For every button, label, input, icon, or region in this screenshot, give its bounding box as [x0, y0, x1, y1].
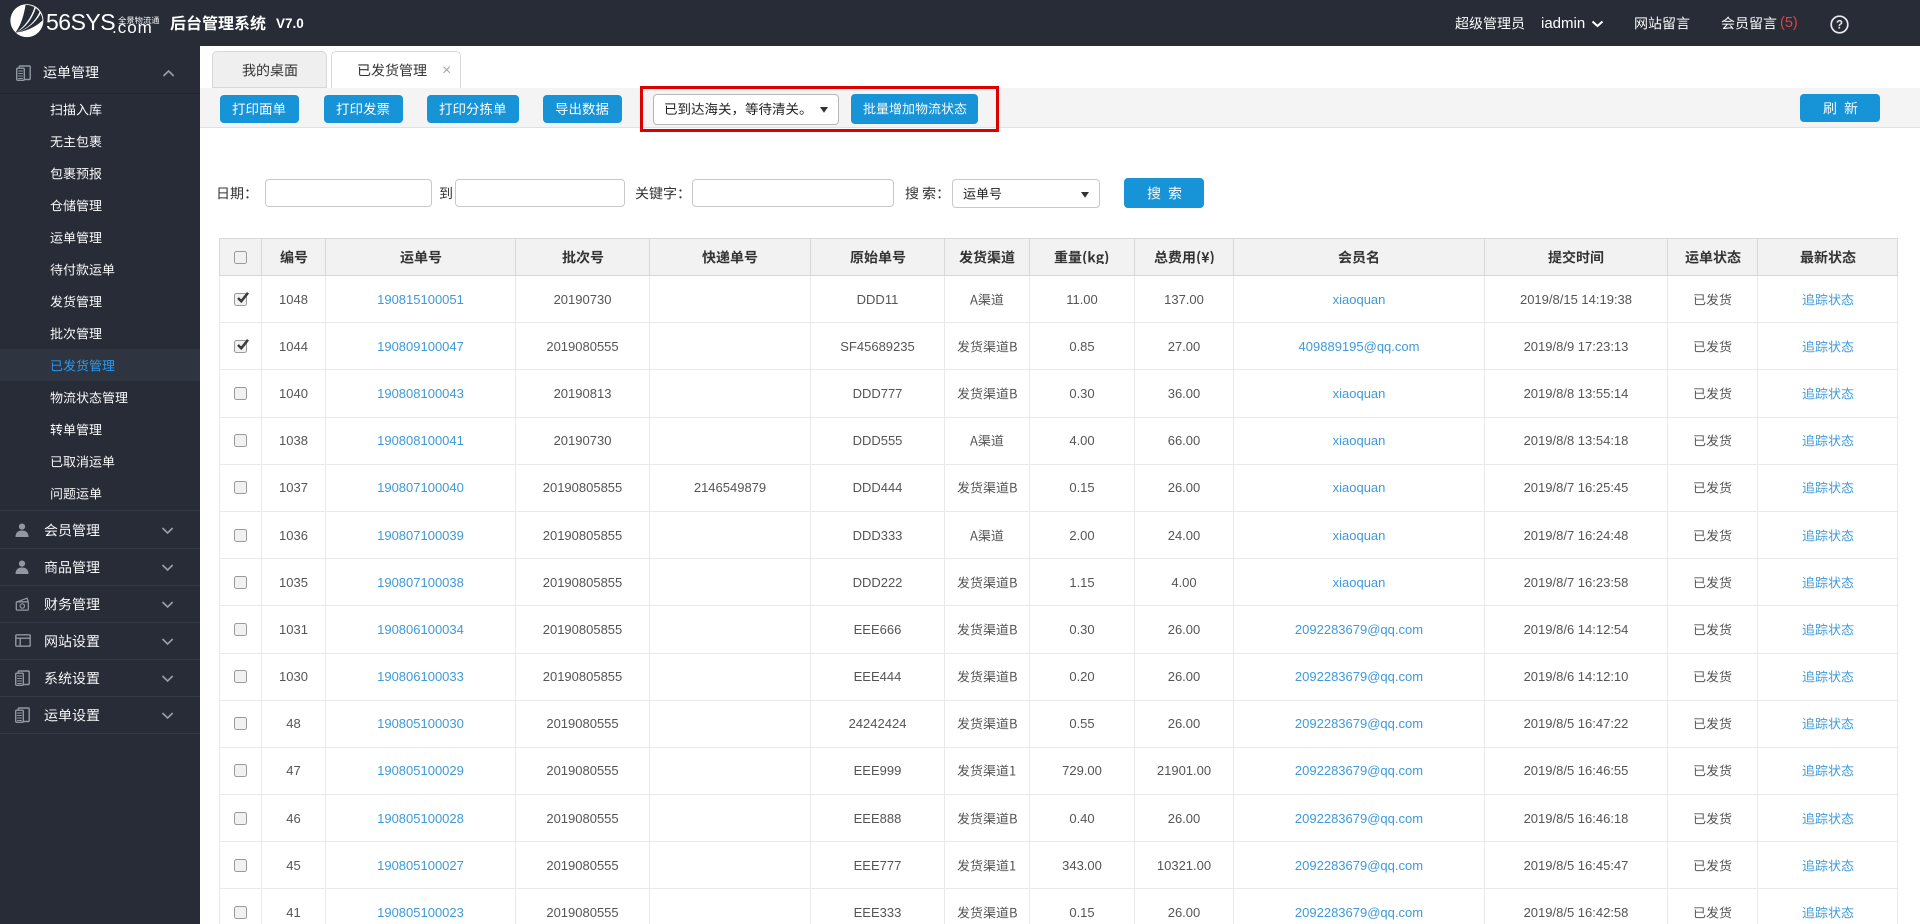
svg-text:?: ? [1836, 20, 1843, 32]
